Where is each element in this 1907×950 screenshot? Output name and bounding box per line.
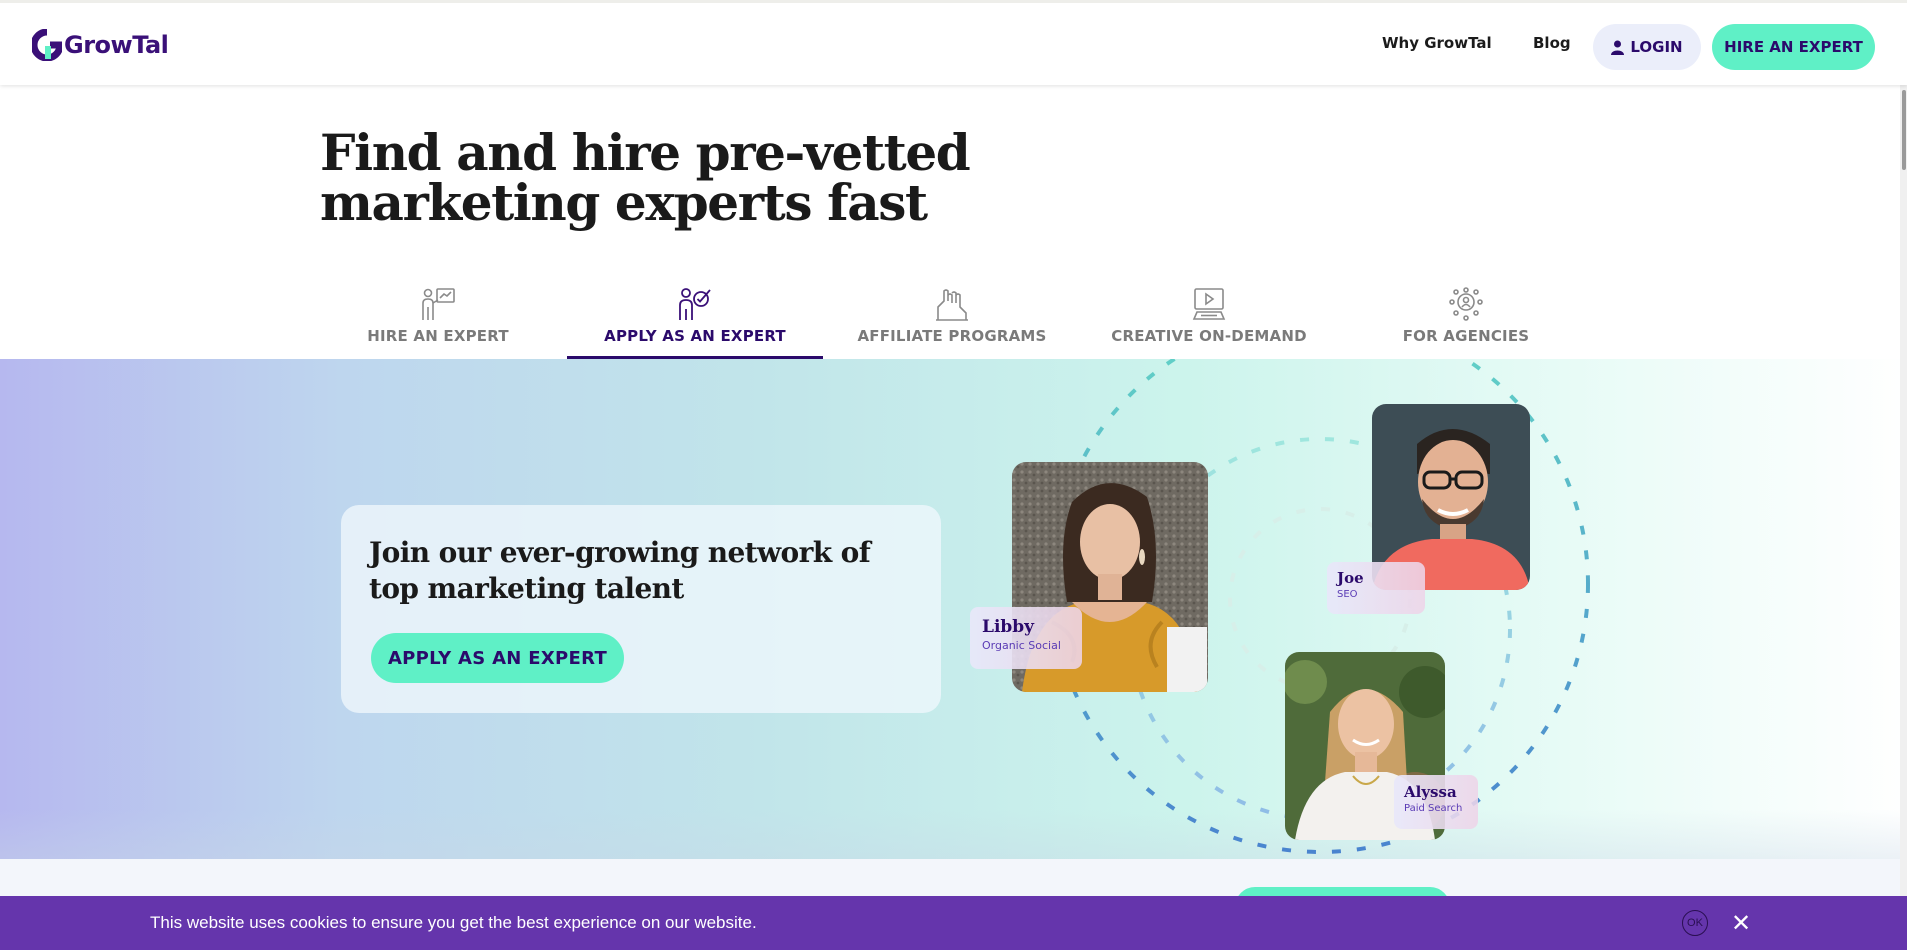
experts-orbit: Libby Organic Social Joe SEO Alyssa Paid… [970,359,1640,859]
page-scrollbar[interactable] [1900,85,1907,896]
cookie-close-icon[interactable]: ✕ [1729,909,1753,937]
expert-name: Joe [1337,569,1364,587]
cookie-banner: This website uses cookies to ensure you … [0,896,1907,950]
site-header: GrowTal Why GrowTal Blog LOGIN HIRE AN E… [0,0,1907,85]
user-icon [1611,40,1625,55]
next-section [0,859,1907,899]
tab-label: AFFILIATE PROGRAMS [857,327,1047,345]
tab-label: CREATIVE ON-DEMAND [1111,327,1307,345]
tab-affiliate-programs[interactable]: AFFILIATE PROGRAMS [824,285,1080,359]
tab-creative-on-demand[interactable]: CREATIVE ON-DEMAND [1081,285,1337,359]
expert-card-joe: Joe SEO [1327,562,1425,614]
cookie-ok-button[interactable]: OK [1682,910,1708,936]
title-line-1: Find and hire pre-vetted [320,123,971,182]
tab-for-agencies[interactable]: FOR AGENCIES [1338,285,1594,359]
page: GrowTal Why GrowTal Blog LOGIN HIRE AN E… [0,0,1907,950]
expert-role: SEO [1337,589,1358,600]
video-monitor-icon [1191,285,1227,321]
tab-label: FOR AGENCIES [1402,327,1530,345]
expert-role: Organic Social [982,639,1061,652]
expert-card-libby: Libby Organic Social [970,607,1082,669]
tab-label: APPLY AS AN EXPERT [604,327,786,345]
tab-apply-as-an-expert[interactable]: APPLY AS AN EXPERT [567,285,823,359]
expert-name: Libby [982,617,1035,637]
expert-role: Paid Search [1404,803,1463,814]
login-label: LOGIN [1630,38,1683,56]
hire-expert-button[interactable]: HIRE AN EXPERT [1712,24,1875,70]
expert-name: Alyssa [1404,783,1457,801]
page-title: Find and hire pre-vetted marketing exper… [320,123,971,232]
apply-as-expert-button[interactable]: APPLY AS AN EXPERT [371,633,624,683]
scrollbar-thumb[interactable] [1902,90,1906,170]
nav-blog[interactable]: Blog [1533,34,1571,52]
network-people-icon [1448,285,1484,321]
brand-name: GrowTal [64,31,169,59]
tab-label: HIRE AN EXPERT [367,327,509,345]
join-heading: Join our ever-growing network of top mar… [369,536,871,605]
growtal-logo[interactable]: GrowTal [32,25,169,65]
nav-why-growtal[interactable]: Why GrowTal [1382,34,1492,52]
join-card: Join our ever-growing network of top mar… [341,505,941,713]
person-check-icon [677,285,713,321]
tab-hire-an-expert[interactable]: HIRE AN EXPERT [310,285,566,359]
expert-card-alyssa: Alyssa Paid Search [1394,775,1478,829]
growtal-logo-mark-icon [32,29,62,61]
audience-tabs: HIRE AN EXPERT APPLY AS AN EXPERT AFFILI… [310,285,1600,359]
presenter-chart-icon [420,285,456,321]
handshake-icon [934,285,970,321]
cookie-message: This website uses cookies to ensure you … [150,913,757,932]
login-button[interactable]: LOGIN [1593,24,1701,70]
title-line-2: marketing experts fast [320,173,928,232]
